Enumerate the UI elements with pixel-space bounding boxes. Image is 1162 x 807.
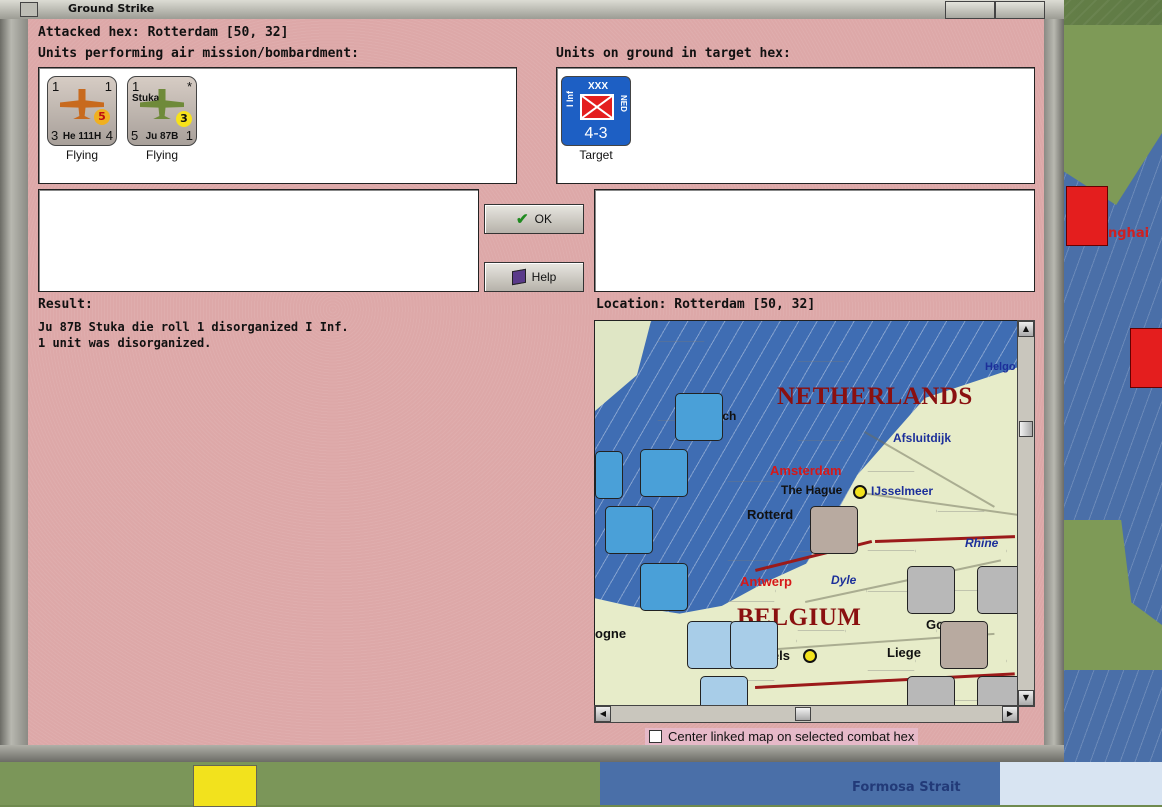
unit-status: Target (579, 148, 613, 162)
map-unit-counter[interactable] (640, 563, 688, 611)
map-unit-counter[interactable] (640, 449, 688, 497)
scroll-down-icon[interactable]: ▼ (1018, 690, 1034, 706)
help-book-icon (511, 268, 526, 286)
background-unit-counter[interactable] (193, 765, 257, 807)
map-city-label: The Hague (781, 483, 843, 497)
map-city-label: Antwerp (740, 574, 792, 589)
map-city-label: Rotterd (747, 507, 794, 522)
result-text: Ju 87B Stuka die roll 1 disorganized I I… (38, 319, 349, 351)
aircraft-icon: 1 * Stuka 3 5 1 Ju 87B (127, 76, 197, 146)
close-button[interactable] (995, 1, 1045, 19)
ok-button[interactable]: ✔ OK (484, 204, 584, 234)
unit-counter-ju87b[interactable]: 1 * Stuka 3 5 1 Ju 87B Flying (127, 76, 197, 162)
city-marker-icon (853, 485, 867, 499)
scroll-up-icon[interactable]: ▲ (1018, 321, 1034, 337)
help-button[interactable]: Help (484, 262, 584, 292)
result-line: Ju 87B Stuka die roll 1 disorganized I I… (38, 320, 349, 334)
infantry-symbol-icon (580, 94, 614, 120)
minimize-button[interactable] (945, 1, 995, 19)
checkbox-label: Center linked map on selected combat hex (668, 729, 915, 744)
window-menu-icon[interactable] (20, 2, 38, 17)
map-unit-counter-selected[interactable] (810, 506, 858, 554)
map-unit-counter[interactable] (675, 393, 723, 441)
map-unit-counter[interactable] (700, 676, 748, 706)
map-unit-counter[interactable] (940, 621, 988, 669)
air-units-label: Units performing air mission/bombardment… (38, 46, 359, 61)
map-unit-counter[interactable] (605, 506, 653, 554)
aircraft-icon: 1 1 5 3 4 He 111H (47, 76, 117, 146)
ground-units-label: Units on ground in target hex: (556, 46, 791, 61)
scroll-thumb[interactable] (1019, 421, 1033, 437)
map-unit-counter[interactable] (730, 621, 778, 669)
checkbox-box[interactable] (649, 730, 662, 743)
checkmark-icon: ✔ (516, 211, 529, 228)
unit-status: Flying (65, 148, 98, 162)
scroll-left-icon[interactable]: ◀ (595, 706, 611, 722)
background-place-label: Formosa Strait (852, 780, 961, 795)
unit-status: Flying (145, 148, 178, 162)
window-frame-right (1044, 19, 1064, 762)
map-vertical-scrollbar[interactable]: ▲ ▼ (1017, 320, 1035, 707)
map-unit-counter[interactable] (977, 566, 1018, 614)
window-title: Ground Strike (68, 2, 155, 15)
ground-unit-detail-panel (594, 189, 1035, 292)
map-river-label: Rhine (965, 536, 999, 550)
location-map[interactable]: NETHERLANDS BELGIUM Amsterdam The Hague … (594, 320, 1019, 707)
air-unit-detail-panel (38, 189, 479, 292)
map-water-label: Afsluitdijk (893, 431, 952, 445)
ground-strike-window: Ground Strike Attacked hex: Rotterdam [5… (0, 0, 1064, 762)
window-frame-bottom (0, 745, 1064, 762)
map-unit-counter[interactable] (907, 676, 955, 706)
unit-counter-he111h[interactable]: 1 1 5 3 4 He 111H Flying (47, 76, 117, 162)
background-unit-counter[interactable] (1130, 328, 1162, 388)
scroll-right-icon[interactable]: ▶ (1002, 706, 1018, 722)
air-units-list: 1 1 5 3 4 He 111H Flying 1 * Stuka 3 5 1… (38, 67, 517, 184)
map-unit-counter[interactable] (595, 451, 623, 499)
scroll-thumb[interactable] (795, 707, 811, 721)
city-marker-icon (803, 649, 817, 663)
map-city-label: ogne (595, 626, 627, 641)
window-frame-left (0, 19, 28, 762)
result-line: 1 unit was disorganized. (38, 336, 212, 350)
map-river-label: Dyle (831, 573, 857, 587)
map-unit-counter[interactable] (687, 621, 735, 669)
map-city-label: Amsterdam (770, 463, 842, 478)
map-horizontal-scrollbar[interactable]: ◀ ▶ (594, 705, 1019, 723)
attacked-hex-label: Attacked hex: Rotterdam [50, 32] (38, 25, 289, 40)
background-unit-counter[interactable] (1066, 186, 1108, 246)
map-unit-counter[interactable] (907, 566, 955, 614)
map-unit-counter[interactable] (977, 676, 1018, 706)
background-map-bottom (0, 762, 1162, 805)
background-place-label: nghai (1108, 226, 1150, 241)
ground-units-list: I Inf XXX NED 4-3 Target (556, 67, 1035, 184)
infantry-unit-icon: I Inf XXX NED 4-3 (561, 76, 631, 146)
map-water-label: IJsselmeer (871, 484, 934, 498)
result-label: Result: (38, 297, 93, 312)
unit-counter-i-inf[interactable]: I Inf XXX NED 4-3 Target (561, 76, 631, 162)
map-city-label: Liege (887, 645, 921, 660)
location-label: Location: Rotterdam [50, 32] (596, 297, 816, 312)
center-linked-map-checkbox[interactable]: Center linked map on selected combat hex (645, 728, 919, 745)
map-water-label: Helgo (985, 361, 1016, 373)
title-bar[interactable]: Ground Strike (0, 0, 1064, 20)
map-country-label: NETHERLANDS (777, 383, 973, 410)
